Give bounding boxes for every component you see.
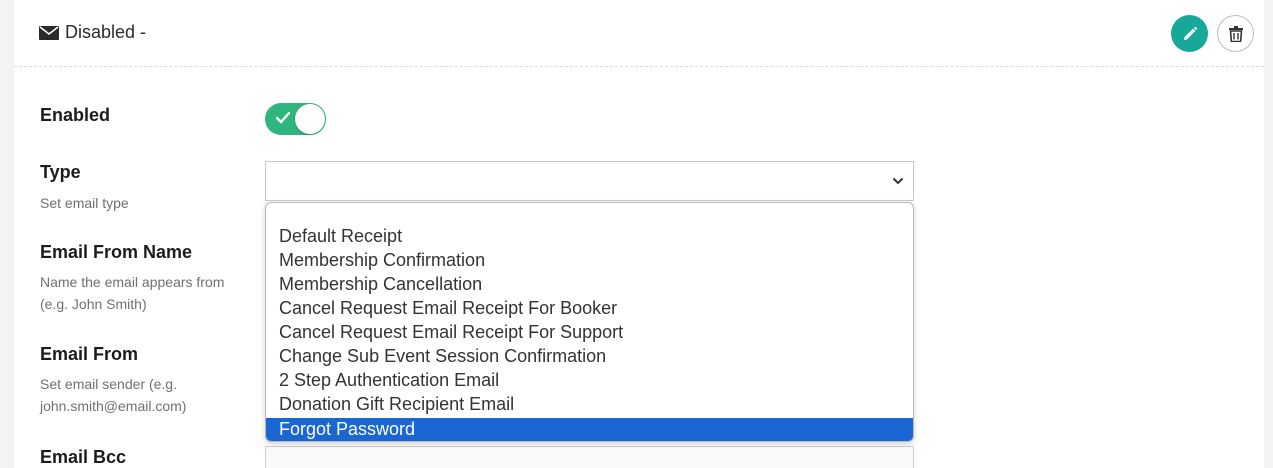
email-from-label: Email From — [40, 344, 139, 364]
email-settings-panel: Disabled - Enabled Type Set email type E… — [14, 0, 1264, 468]
dropdown-option-highlighted[interactable]: Forgot Password — [266, 418, 913, 441]
type-help-text: Set email type — [40, 195, 129, 211]
check-icon — [276, 112, 290, 124]
dropdown-option[interactable]: Membership Confirmation — [266, 249, 913, 273]
dropdown-option[interactable]: Cancel Request Email Receipt For Booker — [266, 297, 913, 321]
edit-button[interactable] — [1171, 15, 1208, 52]
email-from-name-label: Email From Name — [40, 242, 193, 262]
panel-title: Disabled - — [65, 22, 147, 42]
email-bcc-label: Email Bcc — [40, 447, 127, 467]
dropdown-option[interactable]: Donation Gift Recipient Email — [266, 393, 913, 417]
enabled-label: Enabled — [40, 105, 111, 125]
type-dropdown-list: Default Receipt Membership Confirmation … — [265, 202, 914, 442]
email-from-name-help-line1: Name the email appears from — [40, 274, 225, 290]
dropdown-option[interactable]: Membership Cancellation — [266, 273, 913, 297]
dropdown-option[interactable]: Change Sub Event Session Confirmation — [266, 345, 913, 369]
email-bcc-input[interactable] — [265, 446, 914, 468]
toggle-knob — [295, 104, 325, 134]
email-from-name-help-line2: (e.g. John Smith) — [40, 296, 147, 312]
dropdown-option[interactable]: Cancel Request Email Receipt For Support — [266, 321, 913, 345]
envelope-icon — [39, 26, 59, 40]
pencil-icon — [1183, 26, 1197, 40]
email-from-help-line2: john.smith@email.com) — [40, 398, 187, 414]
enabled-toggle[interactable] — [265, 103, 326, 135]
panel-header: Disabled - — [14, 0, 1264, 67]
chevron-down-icon — [892, 177, 904, 185]
dropdown-option[interactable]: 2 Step Authentication Email — [266, 369, 913, 393]
trash-icon — [1228, 25, 1243, 42]
type-select[interactable] — [265, 161, 914, 201]
dropdown-option[interactable]: Default Receipt — [266, 225, 913, 249]
delete-button[interactable] — [1217, 15, 1254, 52]
type-label: Type — [40, 162, 81, 182]
email-from-help-line1: Set email sender (e.g. — [40, 376, 177, 392]
